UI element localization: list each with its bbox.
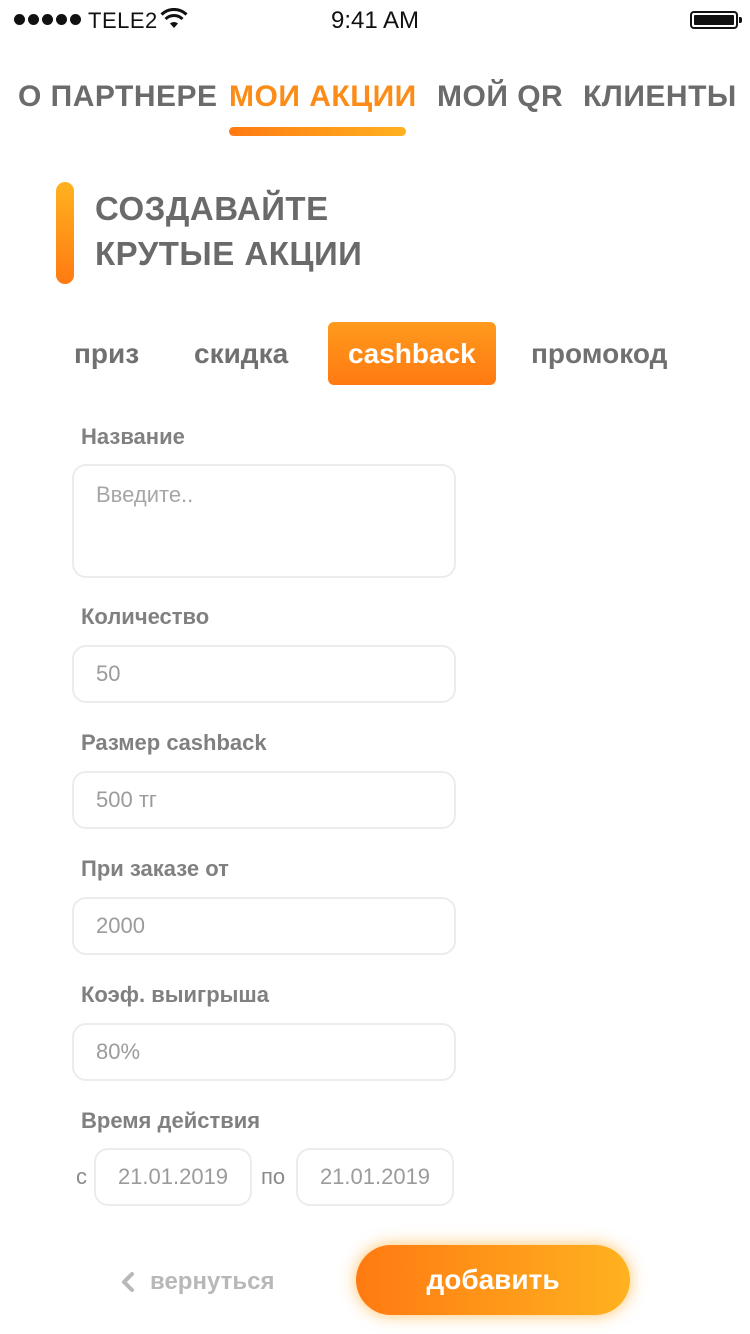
period-label: Время действия: [81, 1108, 261, 1133]
win-coef-label: Коэф. выигрыша: [81, 982, 269, 1007]
cashback-size-input[interactable]: 500 тг: [72, 771, 456, 829]
page-title-line-2: КРУТЫЕ АКЦИИ: [95, 235, 363, 272]
name-label: Название: [81, 424, 185, 449]
period-from-label: с: [76, 1164, 87, 1189]
battery-icon: [690, 11, 742, 29]
back-button-label: вернуться: [150, 1268, 275, 1295]
page-title-line-1: СОЗДАВАЙТЕ: [95, 190, 329, 227]
period-to-date-input[interactable]: 21.01.2019: [296, 1148, 454, 1206]
promo-type-cashback[interactable]: cashback: [328, 322, 496, 385]
quantity-label: Количество: [81, 604, 210, 629]
promo-type-prize[interactable]: приз: [74, 322, 139, 385]
chevron-left-icon: [122, 1272, 134, 1292]
status-bar: TELE2 9:41 AM: [0, 0, 750, 40]
min-order-input[interactable]: 2000: [72, 897, 456, 955]
tab-my-promotions[interactable]: МОИ АКЦИИ: [229, 80, 417, 114]
win-coef-input[interactable]: 80%: [72, 1023, 456, 1081]
heading-accent-bar: [56, 182, 74, 284]
page-title: СОЗДАВАЙТЕ КРУТЫЕ АКЦИИ: [95, 186, 362, 276]
cashback-size-label: Размер cashback: [81, 730, 267, 755]
back-button[interactable]: вернуться: [118, 1262, 274, 1302]
top-nav: О ПАРТНЕРЕ МОИ АКЦИИ МОЙ QR КЛИЕНТЫ: [0, 80, 750, 140]
tab-about-partner[interactable]: О ПАРТНЕРЕ: [18, 80, 218, 114]
clock: 9:41 AM: [330, 7, 420, 34]
name-input[interactable]: [72, 464, 456, 578]
period-from-date-input[interactable]: 21.01.2019: [94, 1148, 252, 1206]
active-tab-indicator: [229, 127, 406, 136]
promo-type-discount[interactable]: скидка: [194, 322, 288, 385]
tab-clients[interactable]: КЛИЕНТЫ: [583, 80, 737, 114]
min-order-label: При заказе от: [81, 856, 229, 881]
tab-my-qr[interactable]: МОЙ QR: [437, 80, 563, 114]
promo-type-promocode[interactable]: промокод: [531, 322, 667, 385]
quantity-input[interactable]: 50: [72, 645, 456, 703]
add-button[interactable]: добавить: [356, 1245, 630, 1315]
period-to-label: по: [261, 1164, 286, 1189]
